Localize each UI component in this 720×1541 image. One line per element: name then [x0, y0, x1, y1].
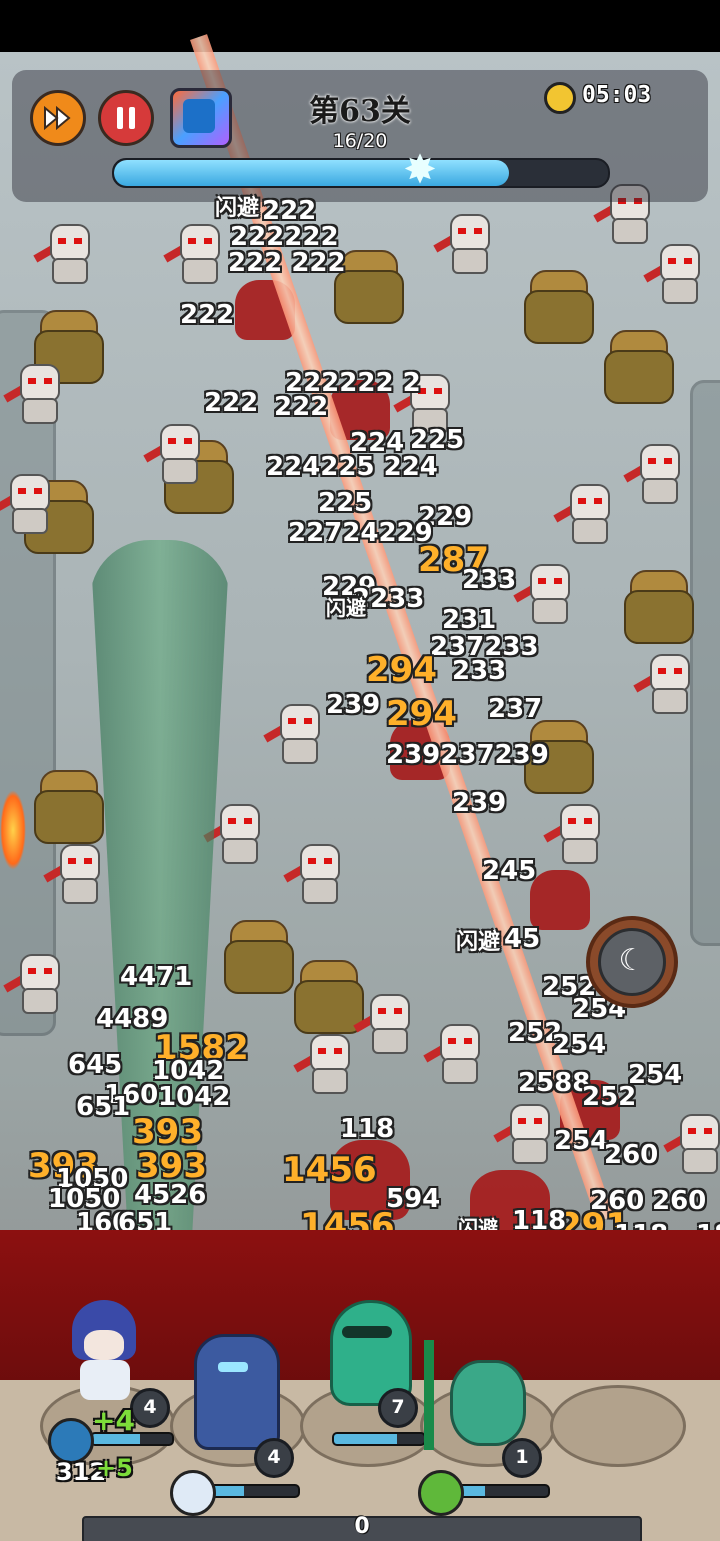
- damage-number: 239: [326, 690, 381, 720]
- bottom-gauge: 0: [82, 1514, 642, 1541]
- damage-number: 239237239: [386, 740, 549, 770]
- damage-number: 260: [652, 1186, 707, 1216]
- fast-forward-button[interactable]: [30, 90, 86, 146]
- skeleton-enemy: [43, 840, 106, 904]
- blood-splash: [530, 870, 590, 930]
- fire-effect: [0, 790, 26, 870]
- damage-number: 4471: [120, 962, 193, 992]
- skeleton-enemy: [633, 650, 696, 714]
- brute-enemy: [520, 270, 594, 344]
- skeleton-enemy: [143, 420, 206, 484]
- heal-text: +4: [92, 1404, 135, 1437]
- special-skill-button[interactable]: ☾: [586, 916, 678, 1008]
- status-bar: [0, 0, 720, 52]
- skeleton-enemy: [433, 210, 496, 274]
- clock-icon: [544, 82, 576, 114]
- hero-energy-bar: [332, 1432, 426, 1446]
- game-screen: 第63关 16/20 ✸ 05:03 闪避 222 222 222 222 222…: [0, 0, 720, 1541]
- damage-number: 22724229: [288, 518, 433, 548]
- ability-card-icon: [183, 99, 215, 133]
- damage-number: 222: [274, 392, 329, 422]
- damage-number: 254: [554, 1126, 609, 1156]
- damage-number: 231: [442, 605, 497, 635]
- skeleton-enemy: [493, 1100, 556, 1164]
- level-title: 第63关: [309, 94, 411, 129]
- dodge-text: 闪避: [215, 196, 260, 221]
- damage-number: 252: [582, 1082, 637, 1112]
- brute-enemy: [30, 770, 104, 844]
- damage-number: 245: [482, 856, 537, 886]
- skeleton-enemy: [263, 700, 326, 764]
- crit-damage-number: 294: [366, 650, 437, 690]
- damage-number: 233: [452, 656, 507, 686]
- hero-energy-bar: [456, 1484, 550, 1498]
- pause-button[interactable]: [98, 90, 154, 146]
- skeleton-enemy: [203, 800, 266, 864]
- skeleton-enemy: [0, 470, 56, 534]
- damage-number: 239: [452, 788, 507, 818]
- skeleton-enemy: [553, 480, 616, 544]
- damage-number: 118: [340, 1114, 395, 1144]
- pause-icon: [117, 107, 135, 129]
- damage-number: 260: [604, 1140, 659, 1170]
- hero-energy-bar: [206, 1484, 300, 1498]
- brute-enemy: [620, 570, 694, 644]
- damage-number: 225: [318, 488, 373, 518]
- hero-pedestal: [550, 1385, 686, 1467]
- damage-number: 651: [76, 1092, 131, 1122]
- skeleton-enemy: [283, 840, 346, 904]
- skeleton-enemy: [3, 950, 66, 1014]
- damage-number: 254: [552, 1030, 607, 1060]
- skeleton-enemy: [33, 220, 96, 284]
- ability-card-button[interactable]: [170, 88, 232, 148]
- dodge-text: 闪避: [326, 596, 366, 620]
- damage-number: 233: [462, 565, 517, 595]
- resource-gain: +5: [96, 1454, 133, 1482]
- skeleton-enemy: [513, 560, 576, 624]
- progress-spark-icon: ✸: [403, 147, 437, 193]
- ice-shard-icon: [170, 1470, 216, 1516]
- damage-number: 222: [180, 300, 235, 330]
- wave-progress-bar: [112, 158, 610, 188]
- skeleton-enemy: [3, 360, 66, 424]
- hero-level-badge: 4: [254, 1438, 294, 1478]
- fast-forward-icon: [44, 106, 71, 130]
- hero-level-badge: 4: [130, 1388, 170, 1428]
- damage-number: 45: [504, 924, 541, 954]
- damage-number: 237: [488, 694, 543, 724]
- timer: 05:03: [582, 82, 652, 108]
- crit-damage-number: 294: [386, 694, 457, 734]
- skeleton-enemy: [353, 990, 416, 1054]
- hero-level-badge: 7: [378, 1388, 418, 1428]
- damage-number: 1042: [158, 1082, 231, 1112]
- tornado-icon: [418, 1470, 464, 1516]
- wave-progress-fill: [114, 160, 510, 186]
- bottom-gauge-value: 0: [354, 1514, 370, 1539]
- damage-number: 224225 224: [266, 452, 438, 482]
- dodge-text: 闪避: [456, 930, 501, 955]
- hero-level-badge: 1: [502, 1438, 542, 1478]
- brute-enemy: [600, 330, 674, 404]
- moon-slash-icon: ☾: [598, 928, 666, 996]
- skeleton-enemy: [663, 1110, 720, 1174]
- skeleton-enemy: [293, 1030, 356, 1094]
- skeleton-enemy: [543, 800, 606, 864]
- damage-number: 225: [410, 425, 465, 455]
- brute-enemy: [290, 960, 364, 1034]
- damage-number: 645: [68, 1050, 123, 1080]
- hero-frost-knight[interactable]: [180, 1330, 290, 1450]
- brute-enemy: [220, 920, 294, 994]
- damage-number: 2588: [518, 1068, 591, 1098]
- crit-damage-number: 1456: [282, 1150, 377, 1190]
- damage-number: 222: [204, 388, 259, 418]
- wave-counter: 16/20: [332, 130, 388, 152]
- skeleton-enemy: [163, 220, 226, 284]
- skeleton-enemy: [623, 440, 686, 504]
- damage-number: 4526: [134, 1180, 207, 1210]
- damage-number: 222 222: [228, 248, 346, 278]
- skeleton-enemy: [643, 240, 706, 304]
- skeleton-enemy: [423, 1020, 486, 1084]
- hero-energy-fill: [334, 1434, 397, 1444]
